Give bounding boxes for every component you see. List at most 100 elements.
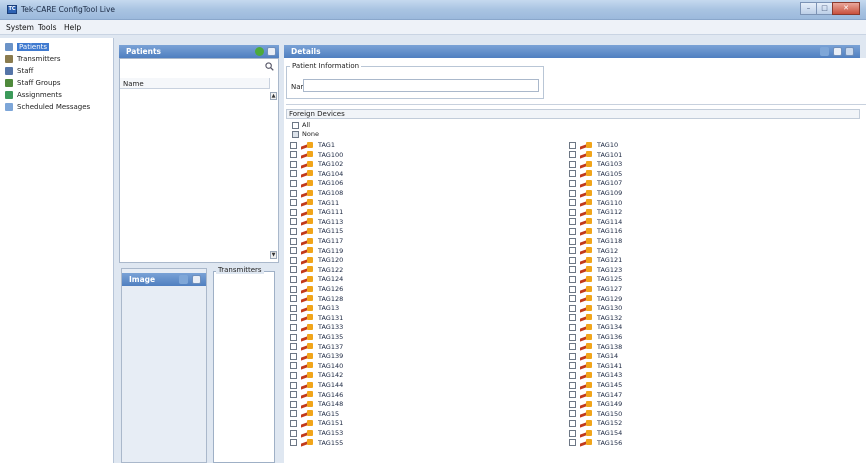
checkbox[interactable]	[569, 285, 576, 293]
menu-tools[interactable]: Tools	[38, 23, 56, 32]
tag-row[interactable]: TAG104	[290, 170, 343, 178]
checkbox[interactable]	[290, 275, 297, 283]
tag-row[interactable]: TAG130	[569, 304, 622, 312]
tag-row[interactable]: TAG135	[290, 333, 343, 341]
checkbox[interactable]	[569, 199, 576, 207]
checkbox[interactable]	[290, 141, 297, 149]
column-header-name[interactable]: Name	[120, 78, 270, 89]
checkbox[interactable]	[569, 218, 576, 226]
tag-row[interactable]: TAG146	[290, 391, 343, 399]
tag-row[interactable]: TAG111	[290, 208, 343, 216]
tag-row[interactable]: TAG122	[290, 266, 343, 274]
tag-row[interactable]: TAG152	[569, 419, 622, 427]
checkbox[interactable]	[569, 333, 576, 341]
revert-icon[interactable]	[845, 47, 854, 56]
tag-row[interactable]: TAG101	[569, 151, 622, 159]
checkbox[interactable]	[569, 362, 576, 370]
tag-row[interactable]: TAG102	[290, 160, 343, 168]
checkbox[interactable]	[569, 275, 576, 283]
tag-row[interactable]: TAG10	[569, 141, 618, 149]
tag-row[interactable]: TAG107	[569, 179, 622, 187]
save-icon[interactable]	[192, 275, 201, 284]
checkbox[interactable]	[290, 189, 297, 197]
checkbox[interactable]	[290, 333, 297, 341]
tag-row[interactable]: TAG133	[290, 323, 343, 331]
checkbox[interactable]	[569, 160, 576, 168]
checkbox[interactable]	[569, 439, 576, 447]
option-all[interactable]: All	[292, 121, 310, 129]
tag-row[interactable]: TAG105	[569, 170, 622, 178]
tag-row[interactable]: TAG117	[290, 237, 343, 245]
tag-row[interactable]: TAG153	[290, 429, 343, 437]
tag-row[interactable]: TAG143	[569, 371, 622, 379]
checkbox[interactable]	[569, 179, 576, 187]
maximize-button[interactable]: □	[816, 2, 833, 15]
tag-row[interactable]: TAG1	[290, 141, 335, 149]
checkbox[interactable]	[569, 295, 576, 303]
checkbox[interactable]	[569, 151, 576, 159]
tag-row[interactable]: TAG147	[569, 391, 622, 399]
tag-row[interactable]: TAG106	[290, 179, 343, 187]
menu-help[interactable]: Help	[64, 23, 81, 32]
checkbox[interactable]	[290, 391, 297, 399]
tag-row[interactable]: TAG136	[569, 333, 622, 341]
tag-row[interactable]: TAG155	[290, 439, 343, 447]
nav-item-patients[interactable]: Patients	[5, 41, 50, 52]
tag-row[interactable]: TAG149	[569, 400, 622, 408]
camera-icon[interactable]	[179, 275, 188, 284]
checkbox[interactable]	[290, 419, 297, 427]
checkbox[interactable]	[290, 304, 297, 312]
checkbox[interactable]	[290, 266, 297, 274]
tag-row[interactable]: TAG13	[290, 304, 339, 312]
checkbox[interactable]	[290, 352, 297, 360]
tag-row[interactable]: TAG151	[290, 419, 343, 427]
checkbox[interactable]	[290, 295, 297, 303]
checkbox[interactable]	[290, 170, 297, 178]
export-icon[interactable]	[820, 47, 829, 56]
tag-row[interactable]: TAG114	[569, 218, 622, 226]
checkbox[interactable]	[290, 208, 297, 216]
checkbox[interactable]	[569, 429, 576, 437]
checkbox[interactable]	[569, 141, 576, 149]
tag-row[interactable]: TAG115	[290, 227, 343, 235]
tag-row[interactable]: TAG137	[290, 343, 343, 351]
search-icon[interactable]	[265, 62, 274, 71]
close-button[interactable]: ✕	[832, 2, 860, 15]
add-icon[interactable]	[255, 47, 264, 56]
checkbox[interactable]	[569, 371, 576, 379]
tag-row[interactable]: TAG110	[569, 199, 622, 207]
checkbox[interactable]	[569, 323, 576, 331]
tag-row[interactable]: TAG119	[290, 247, 343, 255]
checkbox[interactable]	[569, 400, 576, 408]
checkbox[interactable]	[290, 237, 297, 245]
tag-row[interactable]: TAG113	[290, 218, 343, 226]
checkbox[interactable]	[290, 439, 297, 447]
tag-row[interactable]: TAG108	[290, 189, 343, 197]
tag-row[interactable]: TAG142	[290, 371, 343, 379]
tag-row[interactable]: TAG11	[290, 199, 339, 207]
checkbox[interactable]	[290, 429, 297, 437]
checkbox[interactable]	[569, 304, 576, 312]
tag-row[interactable]: TAG100	[290, 151, 343, 159]
tag-row[interactable]: TAG112	[569, 208, 622, 216]
nav-item-staff[interactable]: Staff	[5, 65, 33, 76]
checkbox[interactable]	[290, 179, 297, 187]
nav-item-scheduled-messages[interactable]: Scheduled Messages	[5, 101, 90, 112]
tag-row[interactable]: TAG145	[569, 381, 622, 389]
checkbox[interactable]	[290, 151, 297, 159]
tag-row[interactable]: TAG124	[290, 275, 343, 283]
checkbox[interactable]	[290, 400, 297, 408]
tag-row[interactable]: TAG129	[569, 295, 622, 303]
checkbox[interactable]	[569, 410, 576, 418]
checkbox[interactable]	[290, 227, 297, 235]
tag-row[interactable]: TAG127	[569, 285, 622, 293]
name-field[interactable]	[303, 79, 539, 92]
checkbox[interactable]	[292, 130, 299, 138]
tag-row[interactable]: TAG15	[290, 410, 339, 418]
nav-item-staff-groups[interactable]: Staff Groups	[5, 77, 60, 88]
tag-row[interactable]: TAG139	[290, 352, 343, 360]
checkbox[interactable]	[569, 352, 576, 360]
tag-row[interactable]: TAG126	[290, 285, 343, 293]
checkbox[interactable]	[569, 237, 576, 245]
tag-row[interactable]: TAG141	[569, 362, 622, 370]
